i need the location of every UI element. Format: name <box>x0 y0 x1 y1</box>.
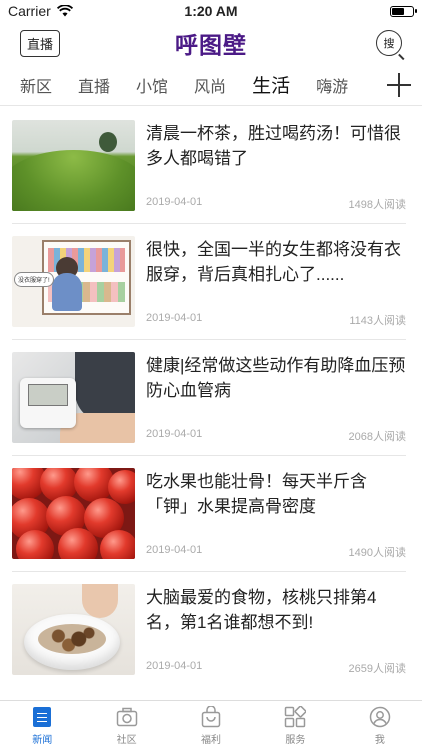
wifi-icon <box>56 5 73 17</box>
tabbar-label: 新闻 <box>32 734 53 746</box>
status-bar: Carrier 1:20 AM <box>0 0 422 22</box>
thumbnail-caption: 没衣服穿了! <box>14 272 54 287</box>
tabbar-item-news[interactable]: 新闻 <box>0 701 84 750</box>
article-title: 很快，全国一半的女生都将没有衣服穿，背后真相扎心了...... <box>146 240 401 284</box>
bottom-tab-bar: 新闻 社区 福利 服务 我 <box>0 700 422 750</box>
tab-shenghuo[interactable]: 生活 <box>252 71 290 98</box>
search-button[interactable]: 搜 <box>376 30 402 56</box>
tab-xinqu[interactable]: 新区 <box>20 73 52 97</box>
tab-haiyou[interactable]: 嗨游 <box>316 73 348 97</box>
article-meta: 2019-04-01 2068人阅读 <box>146 428 406 444</box>
article-date: 2019-04-01 <box>146 544 203 556</box>
camera-icon <box>116 706 138 728</box>
article-read-count: 1490人阅读 <box>348 547 406 559</box>
profile-icon <box>369 706 391 728</box>
category-tabs: 新区 直播 小馆 风尚 生活 嗨游 <box>0 64 422 106</box>
article-title: 吃水果也能壮骨！每天半斤含「钾」水果提高骨密度 <box>146 472 367 516</box>
article-item[interactable]: 清晨一杯茶，胜过喝药汤！可惜很多人都喝错了 2019-04-01 1498人阅读 <box>0 107 422 223</box>
article-title: 健康|经常做这些动作有助降血压预防心血管病 <box>146 356 406 400</box>
search-icon-label: 搜 <box>383 38 395 50</box>
article-read-count: 2659人阅读 <box>348 663 406 675</box>
tab-zhibo[interactable]: 直播 <box>78 73 110 97</box>
article-date: 2019-04-01 <box>146 660 203 672</box>
app-header: 直播 呼图壁 搜 <box>0 22 422 64</box>
tabbar-item-community[interactable]: 社区 <box>84 701 168 750</box>
add-tab-icon[interactable] <box>384 70 414 100</box>
article-thumbnail <box>12 584 135 675</box>
article-meta: 2019-04-01 1143人阅读 <box>146 312 406 328</box>
article-date: 2019-04-01 <box>146 196 203 208</box>
grid-icon <box>284 705 307 728</box>
tabbar-item-me[interactable]: 我 <box>338 701 422 750</box>
article-read-count: 1143人阅读 <box>349 315 406 327</box>
article-item[interactable]: 大脑最爱的食物，核桃只排第4名，第1名谁都想不到! 2019-04-01 265… <box>0 571 422 687</box>
article-read-count: 2068人阅读 <box>348 431 406 443</box>
tab-xiaoguan[interactable]: 小馆 <box>136 73 168 97</box>
article-item[interactable]: 健康|经常做这些动作有助降血压预防心血管病 2019-04-01 2068人阅读 <box>0 339 422 455</box>
battery-icon <box>390 5 417 17</box>
article-item[interactable]: 吃水果也能壮骨！每天半斤含「钾」水果提高骨密度 2019-04-01 1490人… <box>0 455 422 571</box>
article-meta: 2019-04-01 1498人阅读 <box>146 196 406 212</box>
app-logo: 呼图壁 <box>175 32 247 58</box>
tab-fengshang[interactable]: 风尚 <box>194 73 226 97</box>
article-meta: 2019-04-01 2659人阅读 <box>146 660 406 676</box>
article-thumbnail: 没衣服穿了! <box>12 236 135 327</box>
article-date: 2019-04-01 <box>146 428 203 440</box>
tabbar-label: 服务 <box>285 734 306 746</box>
status-left: Carrier <box>8 3 73 19</box>
article-date: 2019-04-01 <box>146 312 203 324</box>
tabbar-item-service[interactable]: 服务 <box>253 701 337 750</box>
article-thumbnail <box>12 120 135 211</box>
tabbar-item-welfare[interactable]: 福利 <box>169 701 253 750</box>
article-title: 大脑最爱的食物，核桃只排第4名，第1名谁都想不到! <box>146 588 377 632</box>
article-meta: 2019-04-01 1490人阅读 <box>146 544 406 560</box>
gift-bag-icon <box>200 705 222 728</box>
article-read-count: 1498人阅读 <box>348 199 406 211</box>
carrier-label: Carrier <box>8 3 51 19</box>
tabbar-label: 我 <box>374 734 385 746</box>
article-item[interactable]: 没衣服穿了! 很快，全国一半的女生都将没有衣服穿，背后真相扎心了...... 2… <box>0 223 422 339</box>
article-title: 清晨一杯茶，胜过喝药汤！可惜很多人都喝错了 <box>146 124 401 168</box>
news-icon <box>31 706 53 728</box>
article-thumbnail <box>12 352 135 443</box>
tabbar-label: 福利 <box>201 734 222 746</box>
live-button[interactable]: 直播 <box>20 29 61 57</box>
article-thumbnail <box>12 468 135 559</box>
tabbar-label: 社区 <box>116 734 137 746</box>
article-feed[interactable]: 清晨一杯茶，胜过喝药汤！可惜很多人都喝错了 2019-04-01 1498人阅读… <box>0 107 422 700</box>
